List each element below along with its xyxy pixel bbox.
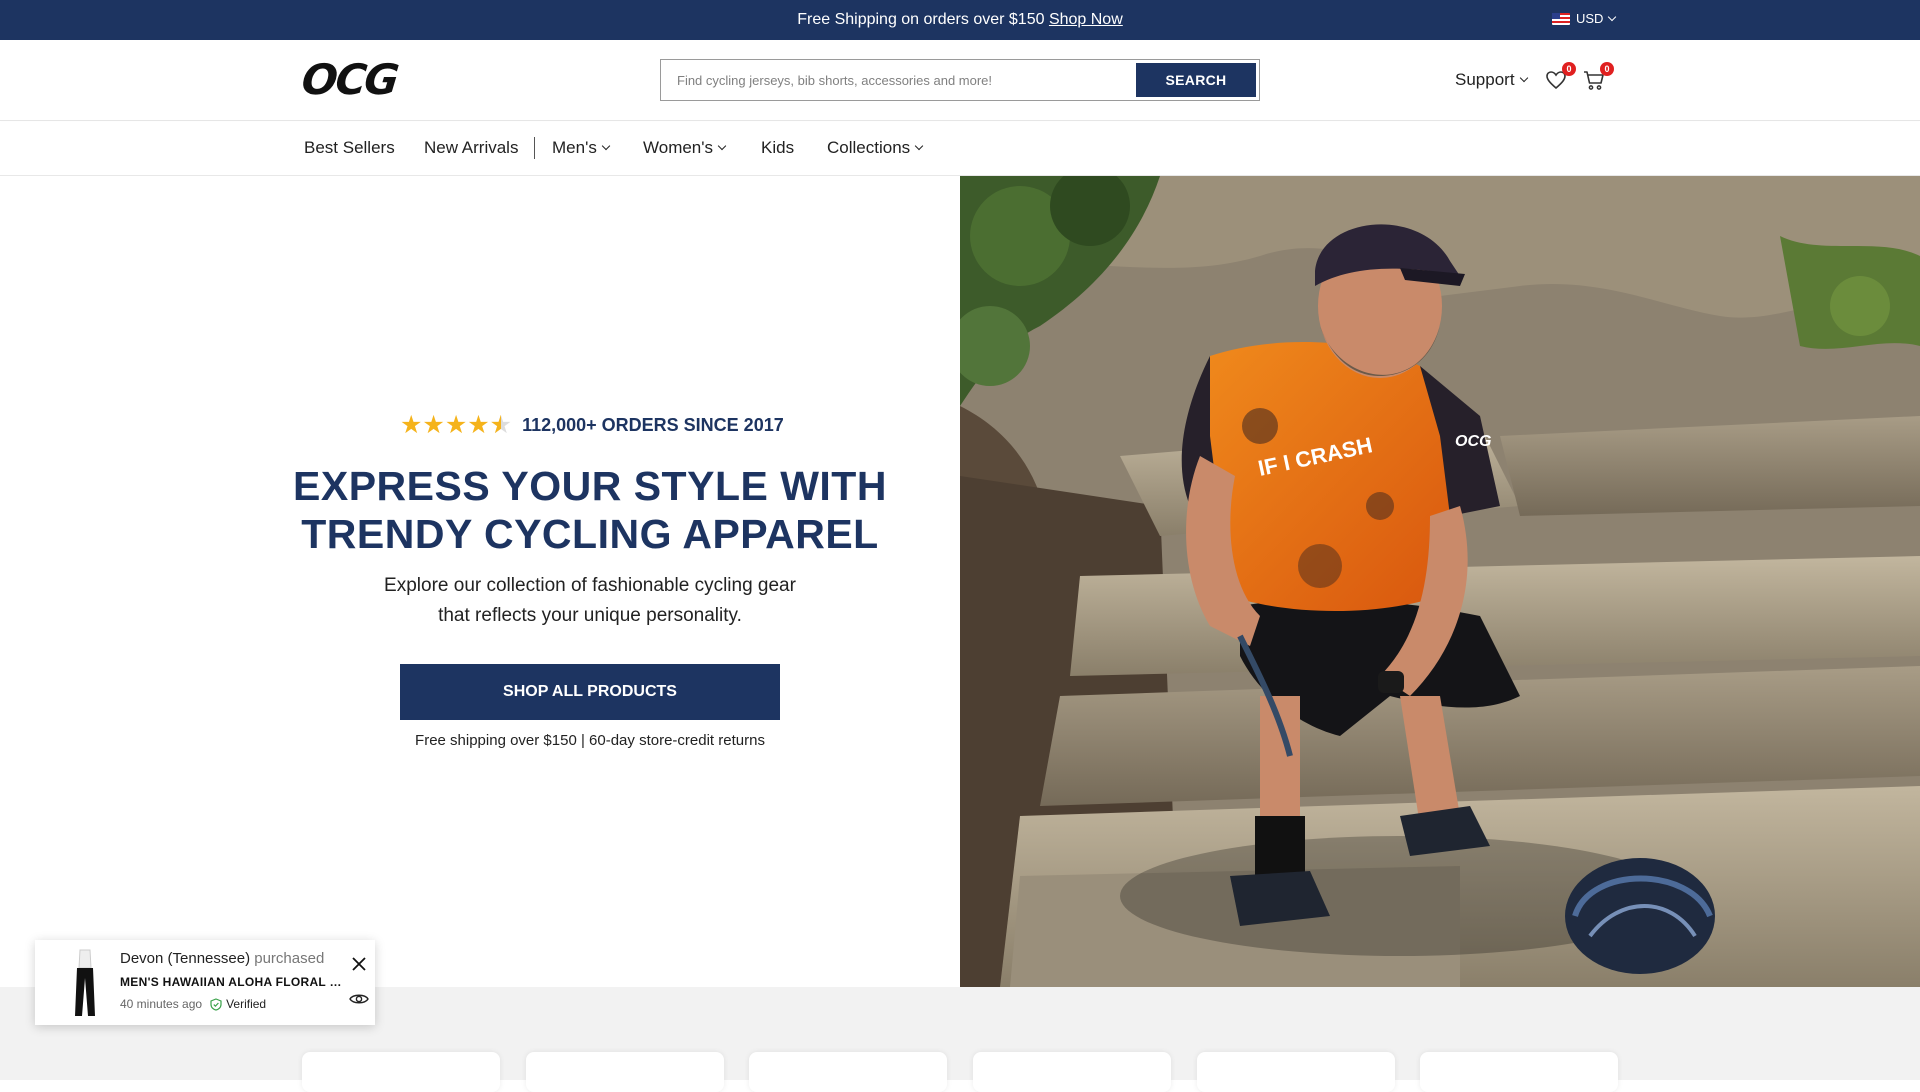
chevron-down-icon: [914, 141, 924, 151]
wishlist-button[interactable]: 0: [1544, 62, 1576, 94]
announcement-message: Free Shipping on orders over $150 Shop N…: [0, 11, 1920, 29]
purchase-action: purchased: [254, 950, 325, 967]
nav-label: Best Sellers: [304, 138, 395, 157]
purchase-time: 40 minutes ago: [120, 997, 203, 1011]
subtext-line-2: that reflects your unique personality.: [438, 605, 742, 626]
product-thumbnail: [75, 949, 95, 1016]
shop-now-link[interactable]: Shop Now: [1049, 11, 1123, 28]
nav-label: Men's: [552, 138, 597, 157]
verified-badge: Verified: [210, 997, 266, 1011]
cart-button[interactable]: 0: [1582, 62, 1614, 94]
shipping-returns-note: Free shipping over $150 | 60-day store-c…: [415, 732, 765, 749]
headline-line-2: TRENDY CYCLING APPAREL: [301, 511, 879, 557]
category-card[interactable]: [1420, 1052, 1618, 1092]
chevron-down-icon: [601, 141, 611, 151]
shop-all-products-button[interactable]: SHOP ALL PRODUCTS: [400, 664, 780, 720]
category-card[interactable]: [302, 1052, 500, 1092]
hero-photo: IF I CRASH OCG: [960, 176, 1920, 987]
category-card[interactable]: [749, 1052, 947, 1092]
category-card[interactable]: [526, 1052, 724, 1092]
nav-label: Kids: [761, 138, 795, 157]
star-rating-icon: ★★★★★★: [400, 411, 513, 439]
nav-item-new-arrivals[interactable]: New Arrivals: [424, 138, 518, 158]
nav-label: Women's: [643, 138, 714, 157]
nav-item-mens[interactable]: Men's: [552, 138, 611, 158]
category-card[interactable]: [1197, 1052, 1395, 1092]
subtext-line-1: Explore our collection of fashionable cy…: [384, 575, 796, 596]
orders-count-text: 112,000+ ORDERS SINCE 2017: [522, 415, 784, 435]
nav-item-kids[interactable]: Kids: [761, 138, 794, 158]
cart-count-badge: 0: [1600, 62, 1614, 76]
search-bar: SEARCH: [660, 59, 1260, 101]
site-header: OCG SEARCH Support 0 0: [0, 40, 1920, 121]
wishlist-count-badge: 0: [1562, 62, 1576, 76]
hero-headline: EXPRESS YOUR STYLE WITH TRENDY CYCLING A…: [240, 462, 940, 558]
purchase-meta: 40 minutes ago Verified: [120, 997, 266, 1011]
nav-label: New Arrivals: [424, 138, 519, 157]
headline-line-1: EXPRESS YOUR STYLE WITH: [293, 463, 887, 509]
hero-subtext: Explore our collection of fashionable cy…: [290, 571, 890, 631]
chevron-down-icon: [1608, 12, 1617, 21]
currency-selector[interactable]: USD: [1552, 11, 1617, 26]
nav-item-best-sellers[interactable]: Best Sellers: [304, 138, 395, 158]
nav-label: Collections: [827, 138, 911, 157]
ocg-logo[interactable]: OCG: [299, 55, 399, 104]
search-button[interactable]: SEARCH: [1136, 63, 1256, 97]
support-menu[interactable]: Support: [1455, 70, 1528, 90]
search-input[interactable]: [661, 60, 1131, 100]
shield-check-icon: [210, 997, 222, 1011]
close-icon[interactable]: [351, 956, 367, 972]
category-card[interactable]: [973, 1052, 1171, 1092]
us-flag-icon: [1552, 12, 1570, 25]
nav-item-collections[interactable]: Collections: [827, 138, 924, 158]
buyer-name: Devon (Tennessee): [120, 950, 251, 967]
support-label: Support: [1455, 70, 1515, 89]
nav-divider: [534, 137, 535, 159]
main-navigation: Best Sellers New Arrivals Men's Women's …: [0, 122, 1920, 176]
jersey-sleeve-logo: OCG: [1455, 433, 1491, 450]
verified-label: Verified: [226, 997, 267, 1011]
announcement-bar: Free Shipping on orders over $150 Shop N…: [0, 0, 1920, 40]
purchased-product-name[interactable]: MEN'S HAWAIIAN ALOHA FLORAL GEL PADDED B…: [120, 975, 345, 989]
eye-icon[interactable]: [349, 992, 369, 1006]
currency-label: USD: [1576, 11, 1604, 26]
cyclist-photo-illustration: IF I CRASH OCG: [960, 176, 1920, 987]
chevron-down-icon: [1519, 73, 1528, 83]
chevron-down-icon: [717, 141, 727, 151]
announcement-text: Free Shipping on orders over $150: [797, 11, 1045, 28]
recent-purchase-popup[interactable]: Devon (Tennessee) purchased MEN'S HAWAII…: [35, 940, 375, 1025]
rating-row: ★★★★★★ 112,000+ ORDERS SINCE 2017: [400, 413, 784, 438]
buyer-line: Devon (Tennessee) purchased: [120, 950, 324, 967]
nav-item-womens[interactable]: Women's: [643, 138, 727, 158]
